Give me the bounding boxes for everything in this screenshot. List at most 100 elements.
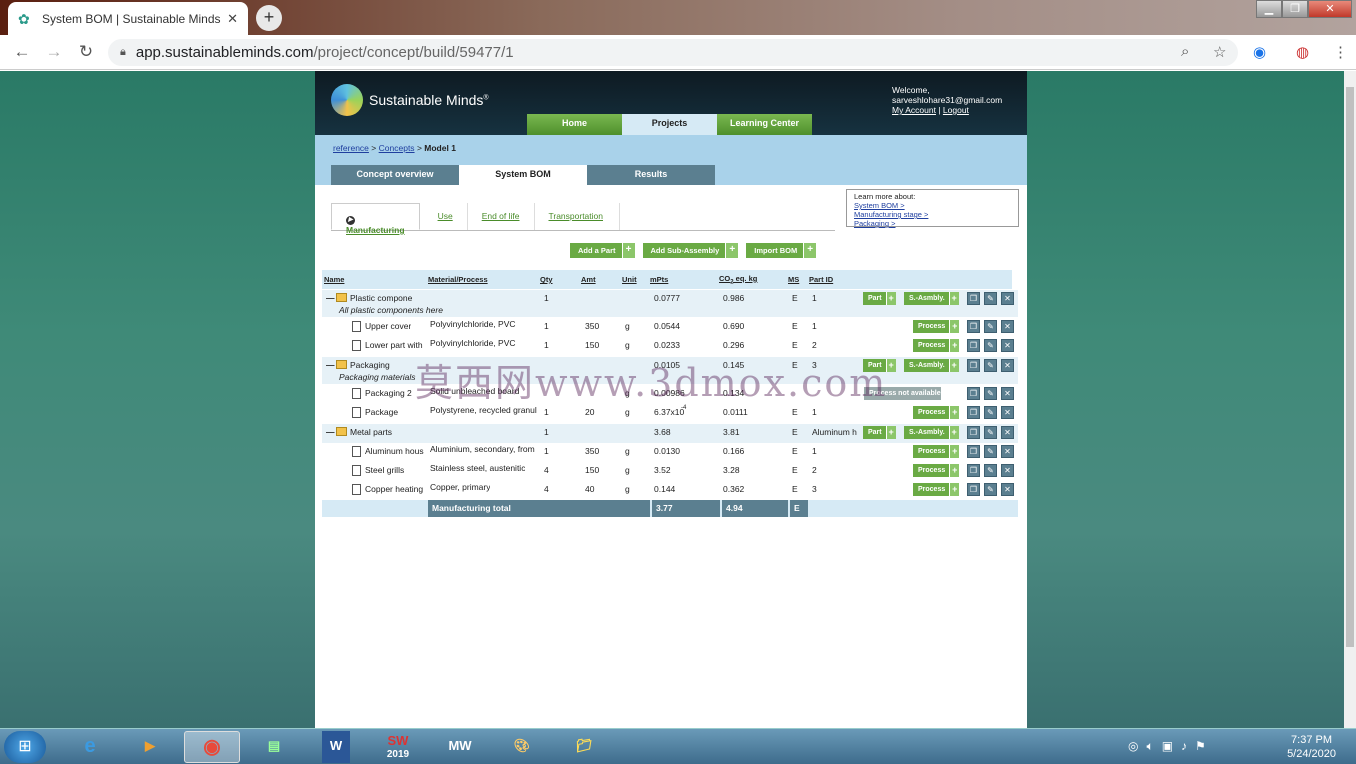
duplicate-icon[interactable]: ❐: [967, 292, 980, 305]
zoom-icon[interactable]: ⌕: [1181, 43, 1189, 60]
col-mpts[interactable]: mPts: [650, 275, 668, 284]
add-process-button[interactable]: Process +: [913, 339, 960, 352]
edit-icon[interactable]: ✎: [984, 339, 997, 352]
page-scrollbar[interactable]: [1344, 71, 1356, 728]
task-manager-icon[interactable]: ▤: [246, 731, 302, 763]
collapse-icon[interactable]: —: [326, 427, 335, 437]
extension-icon[interactable]: ◉: [1253, 43, 1266, 61]
media-player-icon[interactable]: ▶: [122, 731, 178, 763]
my-account-link[interactable]: My Account: [892, 105, 936, 115]
col-part-id[interactable]: Part ID: [809, 275, 833, 284]
assembly-row[interactable]: — Packaging Packaging materials 0.0105 0.145…: [322, 357, 1018, 384]
add-process-button[interactable]: Process +: [913, 445, 960, 458]
edit-icon[interactable]: ✎: [984, 426, 997, 439]
part-row[interactable]: Packaging 2 Solid unbleached board g 0.0098…: [322, 385, 1018, 404]
delete-icon[interactable]: ✕: [1001, 320, 1014, 333]
site-logo[interactable]: Sustainable Minds®: [331, 84, 489, 116]
stage-tab-transportation[interactable]: Transportation: [535, 203, 620, 230]
duplicate-icon[interactable]: ❐: [967, 445, 980, 458]
part-row[interactable]: Copper heating Copper, primary 4 40 g 0.144 0.…: [322, 481, 1018, 500]
col-amt[interactable]: Amt: [581, 275, 596, 284]
nav-projects[interactable]: Projects: [622, 114, 717, 135]
duplicate-icon[interactable]: ❐: [967, 387, 980, 400]
bom-name-cell[interactable]: Upper cover: [352, 321, 411, 332]
edit-icon[interactable]: ✎: [984, 464, 997, 477]
scrollbar-thumb[interactable]: [1346, 87, 1354, 647]
start-button[interactable]: ⊞: [4, 731, 46, 763]
clock[interactable]: 7:37 PM 5/24/2020: [1287, 733, 1336, 761]
forward-icon[interactable]: →: [38, 42, 70, 62]
profile-avatar-icon[interactable]: ◍: [1296, 43, 1309, 61]
col-co2[interactable]: CO2 eq. kg: [719, 274, 757, 286]
volume-icon[interactable]: 🔈︎: [1146, 739, 1161, 753]
add-process-button[interactable]: Process +: [913, 483, 960, 496]
bookmark-star-icon[interactable]: ☆: [1213, 43, 1226, 61]
window-close-button[interactable]: ✕: [1308, 0, 1352, 18]
edit-icon[interactable]: ✎: [984, 292, 997, 305]
assembly-row[interactable]: — Metal parts 1 3.68 3.81 E Aluminum h Part + S.-…: [322, 424, 1018, 443]
collapse-icon[interactable]: —: [326, 360, 335, 370]
menu-kebab-icon[interactable]: ⋮: [1333, 43, 1348, 61]
delete-icon[interactable]: ✕: [1001, 359, 1014, 372]
minimize-button[interactable]: ▁: [1256, 0, 1282, 18]
add-part-row-button[interactable]: Part +: [863, 359, 896, 372]
bom-name-cell[interactable]: Steel grills: [352, 465, 404, 476]
nav-home[interactable]: Home: [527, 114, 622, 135]
delete-icon[interactable]: ✕: [1001, 445, 1014, 458]
flag-icon[interactable]: ⚑: [1195, 739, 1214, 753]
add-process-button[interactable]: Process +: [913, 406, 960, 419]
learn-system-bom-link[interactable]: System BOM >: [854, 201, 1011, 210]
add-part-button[interactable]: Add a Part +: [570, 243, 635, 258]
delete-icon[interactable]: ✕: [1001, 339, 1014, 352]
add-part-row-button[interactable]: Part +: [863, 292, 896, 305]
logout-link[interactable]: Logout: [943, 105, 969, 115]
browser-tab[interactable]: ✿ System BOM | Sustainable Minds ✕: [8, 2, 248, 35]
col-name[interactable]: Name: [324, 275, 344, 284]
bom-name-cell[interactable]: — Metal parts: [326, 427, 392, 437]
chrome-icon[interactable]: ◉: [184, 731, 240, 763]
breadcrumb-concepts[interactable]: Concepts: [379, 143, 415, 153]
back-icon[interactable]: ←: [6, 42, 38, 62]
ie-icon[interactable]: e: [62, 731, 118, 763]
speaker-icon[interactable]: ♪: [1181, 739, 1195, 753]
delete-icon[interactable]: ✕: [1001, 483, 1014, 496]
tab-results[interactable]: Results: [587, 165, 715, 185]
network-icon[interactable]: ▣: [1162, 739, 1181, 753]
add-process-button[interactable]: Process +: [913, 464, 960, 477]
bom-name-cell[interactable]: Aluminum hous: [352, 446, 424, 457]
solidworks-icon[interactable]: SW 2019: [370, 731, 426, 763]
add-sub-assembly-row-button[interactable]: S.-Asmbly. +: [904, 292, 959, 305]
duplicate-icon[interactable]: ❐: [967, 359, 980, 372]
reload-icon[interactable]: ↻: [70, 42, 102, 62]
stage-tab-use[interactable]: Use: [420, 203, 468, 230]
bom-name-cell[interactable]: Packaging 2: [352, 388, 412, 399]
bom-name-cell[interactable]: Copper heating: [352, 484, 423, 495]
url-field[interactable]: 🔒︎ app.sustainableminds.com/project/conc…: [108, 39, 1238, 66]
part-row[interactable]: Package Polystyrene, recycled granul 1 20 g 6…: [322, 404, 1018, 423]
col-material[interactable]: Material/Process: [428, 275, 488, 284]
edit-icon[interactable]: ✎: [984, 387, 997, 400]
col-qty[interactable]: Qty: [540, 275, 553, 284]
bom-name-cell[interactable]: — Packaging: [326, 360, 390, 370]
duplicate-icon[interactable]: ❐: [967, 464, 980, 477]
edit-icon[interactable]: ✎: [984, 406, 997, 419]
stage-tab-end-of-life[interactable]: End of life: [468, 203, 535, 230]
close-tab-icon[interactable]: ✕: [227, 11, 238, 27]
delete-icon[interactable]: ✕: [1001, 406, 1014, 419]
tab-system-bom[interactable]: System BOM: [459, 165, 587, 185]
col-unit[interactable]: Unit: [622, 275, 637, 284]
add-part-row-button[interactable]: Part +: [863, 426, 896, 439]
new-tab-button[interactable]: +: [256, 5, 282, 31]
learn-packaging-link[interactable]: Packaging >: [854, 219, 1011, 228]
bom-name-cell[interactable]: Lower part with: [352, 340, 423, 351]
edit-icon[interactable]: ✎: [984, 483, 997, 496]
edit-icon[interactable]: ✎: [984, 320, 997, 333]
learn-manufacturing-link[interactable]: Manufacturing stage >: [854, 210, 1011, 219]
bom-name-cell[interactable]: — Plastic components: [326, 293, 412, 303]
part-row[interactable]: Aluminum hous Aluminium, secondary, from 1…: [322, 443, 1018, 462]
part-row[interactable]: Upper cover Polyvinylchloride, PVC 1 350 g 0.…: [322, 318, 1018, 337]
edit-icon[interactable]: ✎: [984, 445, 997, 458]
duplicate-icon[interactable]: ❐: [967, 339, 980, 352]
nav-learning-center[interactable]: Learning Center: [717, 114, 812, 135]
tab-concept-overview[interactable]: Concept overview: [331, 165, 459, 185]
